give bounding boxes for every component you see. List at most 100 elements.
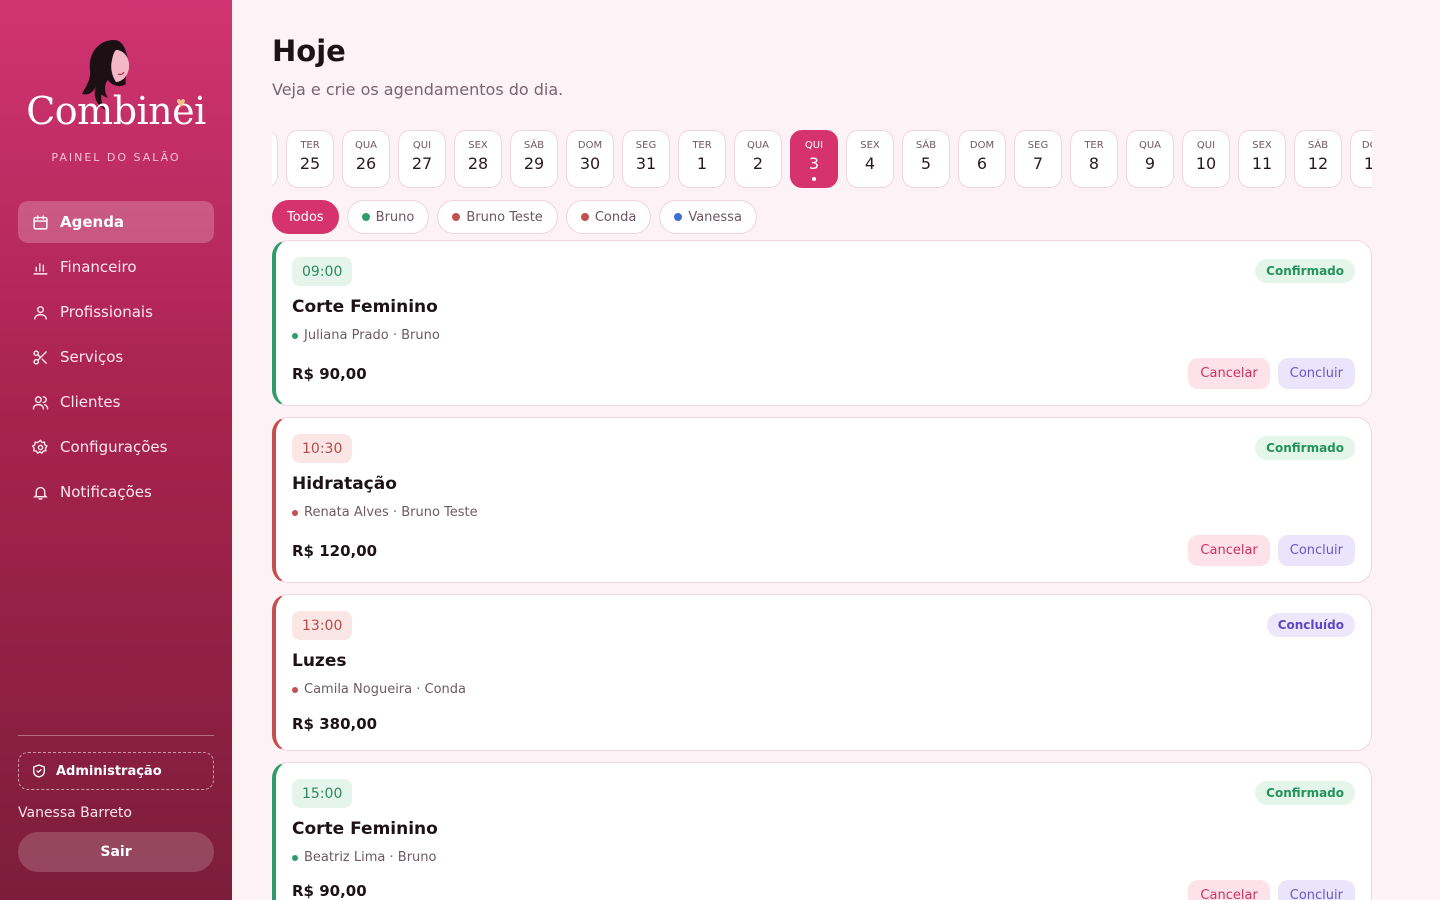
day-chip[interactable]: QUA 26 [342,130,390,188]
appointment-card[interactable]: 09:00 Confirmado Corte Feminino Juliana Pra… [272,240,1372,406]
sidebar-item-label: Serviços [60,348,124,366]
cancel-button[interactable]: Cancelar [1188,358,1270,389]
service-name: Hidratação [292,474,397,494]
day-chip[interactable]: QUA 9 [1126,130,1174,188]
day-chip[interactable]: SEX 4 [846,130,894,188]
day-number: 9 [1144,154,1156,173]
panel-label: PAINEL DO SALÃO [51,151,181,164]
sidebar-item-label: Profissionais [60,303,153,321]
sidebar-item-clientes[interactable]: Clientes [18,381,214,423]
day-weekday: QUA [746,140,770,151]
status-badge: Confirmado [1255,436,1355,460]
day-picker: SEG24TER25QUA26QUI27SEX28SÁB29DOM30SEG31… [272,130,1372,190]
day-chip[interactable]: SÁB 12 [1294,130,1342,188]
appointment-card[interactable]: 13:00 Concluído Luzes Camila Nogueira · Con… [272,594,1372,751]
day-weekday: SÁB [915,140,937,151]
sidebar-item-label: Clientes [60,393,121,411]
filter-chip[interactable]: Vanessa [659,200,757,234]
day-chip[interactable]: QUA 2 [734,130,782,188]
filter-chip[interactable]: Bruno [346,200,430,234]
appointment-card[interactable]: 10:30 Confirmado Hidratação Renata Alves · … [272,417,1372,583]
day-weekday: SEX [860,140,880,151]
day-number: 25 [299,154,321,173]
day-chip[interactable]: DOM 6 [958,130,1006,188]
day-chip[interactable]: TER 8 [1070,130,1118,188]
client-label: Beatriz Lima · Bruno [304,850,437,865]
cancel-button[interactable]: Cancelar [1188,880,1270,900]
professional-color-dot [361,213,370,221]
day-weekday: QUA [1138,140,1162,151]
appointment-card[interactable]: 15:00 Confirmado Corte Feminino Beatriz Lim… [272,762,1372,900]
day-chip[interactable]: QUI 27 [398,130,446,188]
user-icon [31,303,49,321]
day-number: 6 [976,154,988,173]
sidebar-item-financeiro[interactable]: Financeiro [18,246,214,288]
divider [18,735,214,736]
professional-color-dot [452,213,461,221]
admin-label: Administração [56,763,162,779]
appointment-time: 10:30 [292,434,353,463]
day-chip[interactable]: DOM 30 [566,130,614,188]
day-number: 13 [1363,154,1372,173]
logo: Combinei ♥ [0,36,232,132]
sidebar-item-label: Agenda [60,213,125,231]
selected-day-dot [812,177,816,181]
professional-filters: Todos Bruno Bruno Teste Conda Vanessa [272,200,765,234]
day-chip[interactable]: SEG 7 [1014,130,1062,188]
filter-label: Conda [594,209,637,225]
day-chip[interactable]: TER 1 [678,130,726,188]
sidebar-nav: Agenda Financeiro Profissionais Serviços Cli… [18,201,214,516]
sidebar-item-label: Financeiro [60,258,137,276]
day-chip[interactable]: SEX 28 [454,130,502,188]
day-chip[interactable]: SEG24 [272,130,278,188]
sidebar-item-serviços[interactable]: Serviços [18,336,214,378]
day-weekday: QUI [1196,140,1216,151]
complete-button[interactable]: Concluir [1277,880,1355,900]
sidebar-item-agenda[interactable]: Agenda [18,201,214,243]
complete-button[interactable]: Concluir [1277,535,1355,566]
day-number: 3 [808,154,820,173]
cancel-button[interactable]: Cancelar [1188,535,1270,566]
status-badge: Confirmado [1255,781,1355,805]
day-chip[interactable]: DOM 13 [1350,130,1372,188]
bar-chart-icon [31,258,49,276]
heart-icon: ♥ [176,97,186,110]
filter-chip[interactable]: Bruno Teste [437,200,558,234]
day-weekday: SEG [1027,140,1049,151]
day-chip[interactable]: SÁB 5 [902,130,950,188]
day-chip[interactable]: QUI 3 [790,130,838,188]
day-weekday: TER [1084,140,1104,151]
day-number: 5 [920,154,932,173]
day-weekday: TER [300,140,320,151]
day-chip[interactable]: SÁB 29 [510,130,558,188]
day-weekday: SÁB [1307,140,1329,151]
professional-color-dot [292,509,298,516]
bell-icon [31,483,49,501]
page-title: Hoje [272,34,346,68]
filter-chip[interactable]: Todos [272,200,339,234]
filter-chip[interactable]: Conda [565,200,652,234]
filter-label: Vanessa [688,209,742,225]
day-weekday: SEX [468,140,488,151]
client-professional: Camila Nogueira · Conda [292,682,466,697]
logout-button[interactable]: Sair [18,832,214,872]
complete-button[interactable]: Concluir [1277,358,1355,389]
professional-color-dot [292,854,298,861]
day-weekday: TER [692,140,712,151]
day-weekday: QUI [412,140,432,151]
client-label: Renata Alves · Bruno Teste [304,505,478,520]
day-chip[interactable]: TER 25 [286,130,334,188]
sidebar-item-configurações[interactable]: Configurações [18,426,214,468]
day-chip[interactable]: QUI 10 [1182,130,1230,188]
user-name: Vanessa Barreto [18,805,132,821]
day-number: 4 [864,154,876,173]
day-chip[interactable]: SEG 31 [622,130,670,188]
day-chip[interactable]: SEX 11 [1238,130,1286,188]
users-icon [31,393,49,411]
day-number: 26 [355,154,377,173]
client-professional: Juliana Prado · Bruno [292,328,440,343]
day-number: 30 [579,154,601,173]
sidebar-item-notificações[interactable]: Notificações [18,471,214,513]
sidebar-item-profissionais[interactable]: Profissionais [18,291,214,333]
admin-button[interactable]: Administração [18,752,214,790]
